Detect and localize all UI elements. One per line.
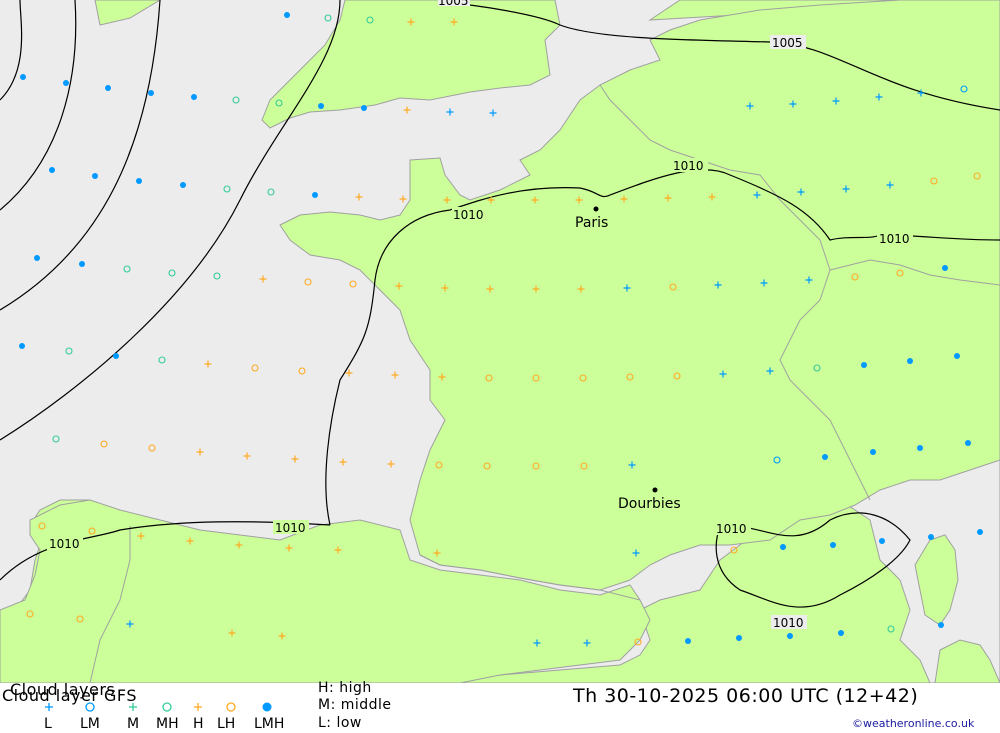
legend-symbol-M-icon	[129, 703, 137, 711]
cloud-symbol-lmh-icon	[113, 353, 119, 359]
cloud-symbol-lmh-icon	[736, 635, 742, 641]
cloud-symbol-lmh-icon	[870, 449, 876, 455]
cloud-symbol-lmh-icon	[938, 622, 944, 628]
cloud-symbol-lmh-icon	[312, 192, 318, 198]
cloud-symbol-lmh-icon	[838, 630, 844, 636]
cloud-symbol-lmh-icon	[822, 454, 828, 460]
isobar-label: 1010	[453, 208, 484, 222]
cloud-symbol-lmh-icon	[928, 534, 934, 540]
cloud-symbol-lmh-icon	[19, 343, 25, 349]
isobar-label: 1010	[773, 616, 804, 630]
cloud-symbol-lmh-icon	[977, 529, 983, 535]
cloud-symbol-lmh-icon	[954, 353, 960, 359]
legend-level-high: H: high	[318, 680, 372, 696]
isobar-label: 1010	[673, 159, 704, 173]
cloud-symbol-lmh-icon	[284, 12, 290, 18]
legend-code: LH	[217, 716, 236, 732]
cloud-symbol-lmh-icon	[917, 445, 923, 451]
isobar-label: 1010	[879, 232, 910, 246]
city-label-paris: Paris	[575, 215, 608, 231]
cloud-symbol-lmh-icon	[63, 80, 69, 86]
legend-bar: Cloud layers Cloud layer GFS L LM M MH H…	[0, 680, 1000, 733]
legend-code: L	[44, 716, 52, 732]
cloud-symbol-lmh-icon	[20, 74, 26, 80]
cloud-symbol-lmh-icon	[191, 94, 197, 100]
legend-code: M	[127, 716, 140, 732]
legend-level-low: L: low	[318, 715, 362, 731]
cloud-symbol-lmh-icon	[105, 85, 111, 91]
legend-symbol-LMH-icon	[262, 702, 272, 712]
legend-symbol-H-icon	[194, 703, 202, 711]
isobar-label: 1010	[49, 537, 80, 551]
isobar-label: 1010	[716, 522, 747, 536]
cloud-symbol-lmh-icon	[148, 90, 154, 96]
cloud-symbol-lmh-icon	[879, 538, 885, 544]
city-label-dourbies: Dourbies	[618, 496, 681, 512]
legend-code: LM	[80, 716, 100, 732]
cloud-symbol-lmh-icon	[92, 173, 98, 179]
cloud-symbol-lmh-icon	[685, 638, 691, 644]
cloud-symbol-lmh-icon	[942, 265, 948, 271]
isobar-label: 1010	[275, 521, 306, 535]
legend-symbol-LM-icon	[85, 702, 95, 712]
cloud-symbol-lmh-icon	[49, 167, 55, 173]
legend-symbol-L-icon	[45, 703, 53, 711]
cloud-symbol-lmh-icon	[861, 362, 867, 368]
legend-code: LMH	[254, 716, 285, 732]
valid-time: Th 30-10-2025 06:00 UTC (12+42)	[573, 685, 919, 707]
cloud-symbol-lmh-icon	[180, 182, 186, 188]
legend-code: H	[193, 716, 204, 732]
cloud-symbol-lmh-icon	[79, 261, 85, 267]
cloud-symbol-lmh-icon	[780, 544, 786, 550]
cloud-symbol-lmh-icon	[787, 633, 793, 639]
legend-level-middle: M: middle	[318, 697, 392, 713]
isobar-label: 1005	[438, 0, 469, 8]
cloud-symbol-lmh-icon	[318, 103, 324, 109]
weather-map: 1005 1005 1010 1010 1010 1010 1010 1010 …	[0, 0, 1000, 683]
legend-code: MH	[156, 716, 179, 732]
legend-symbols	[45, 702, 272, 712]
city-marker-paris	[593, 206, 599, 212]
cloud-symbol-lmh-icon	[136, 178, 142, 184]
legend-symbol-LH-icon	[226, 702, 236, 712]
credit-link[interactable]: ©weatheronline.co.uk	[852, 717, 974, 730]
cloud-symbol-lmh-icon	[965, 440, 971, 446]
legend-symbol-MH-icon	[162, 702, 172, 712]
isobar-label: 1005	[772, 36, 803, 50]
cloud-symbol-lmh-icon	[34, 255, 40, 261]
cloud-symbol-lmh-icon	[907, 358, 913, 364]
cloud-symbol-lmh-icon	[830, 542, 836, 548]
city-marker-dourbies	[652, 487, 658, 493]
cloud-symbol-lmh-icon	[361, 105, 367, 111]
